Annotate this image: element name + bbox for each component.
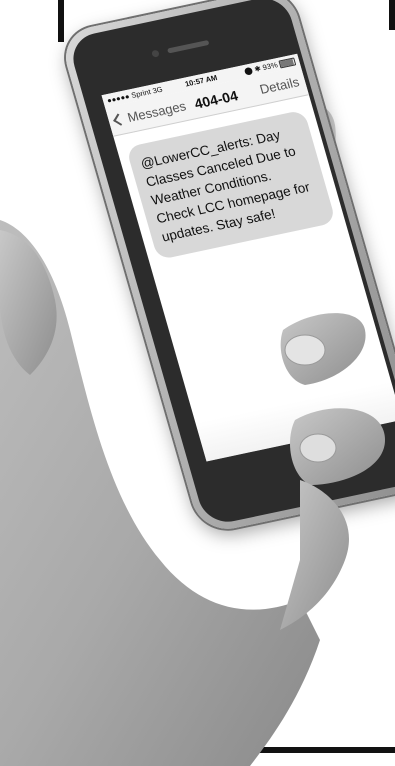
chevron-left-icon xyxy=(113,113,126,126)
details-button[interactable]: Details xyxy=(258,74,301,97)
message-bubble[interactable]: @LowerCC_alerts: Day Classes Canceled Du… xyxy=(125,109,337,261)
front-camera xyxy=(151,49,160,58)
message-text: @LowerCC_alerts: Day Classes Canceled Du… xyxy=(138,127,312,245)
screen-gradient xyxy=(195,381,395,462)
photo-canvas: ●●●●● Sprint 3G 10:57 AM ⬤ ✱ 93% Message… xyxy=(0,0,395,766)
earpiece-speaker xyxy=(167,39,210,54)
